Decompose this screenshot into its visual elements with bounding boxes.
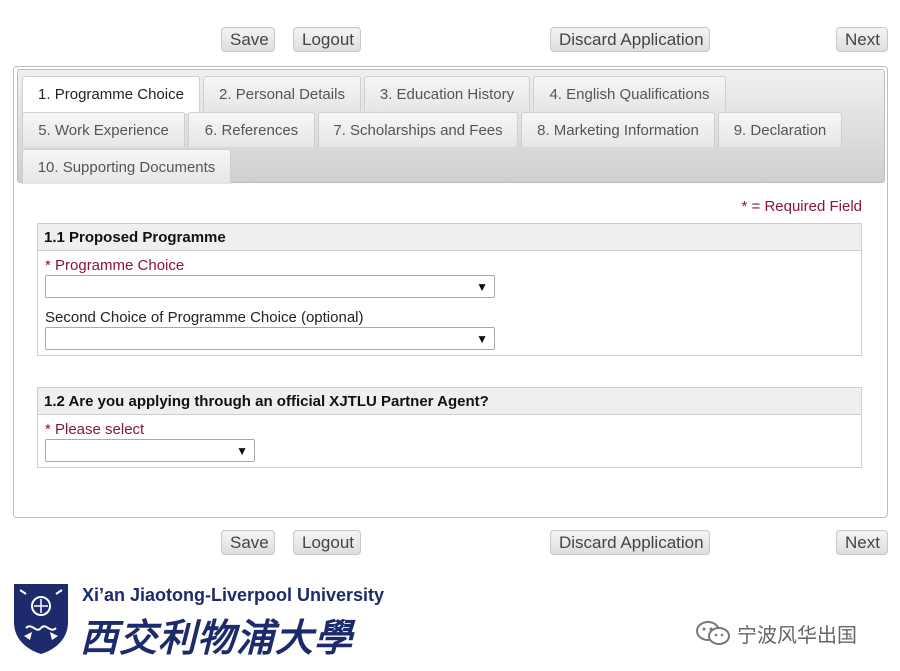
university-name-chinese: 西交利物浦大學	[80, 615, 354, 660]
tab-programme-choice[interactable]: 1. Programme Choice	[22, 76, 200, 113]
required-field-note: * = Required Field	[741, 198, 862, 215]
next-button-top[interactable]: Next	[836, 27, 888, 52]
section-partner-agent: 1.2 Are you applying through an official…	[37, 387, 862, 468]
university-crest-icon	[14, 584, 68, 654]
second-choice-select[interactable]: ▼	[45, 327, 495, 350]
tab-marketing-information[interactable]: 8. Marketing Information	[521, 112, 715, 147]
next-button-bottom[interactable]: Next	[836, 530, 888, 555]
dropdown-arrow-icon: ▼	[476, 332, 488, 346]
save-button-bottom[interactable]: Save	[221, 530, 275, 555]
tab-supporting-documents[interactable]: 10. Supporting Documents	[22, 149, 231, 184]
discard-application-button-bottom[interactable]: Discard Application	[550, 530, 710, 555]
tab-english-qualifications[interactable]: 4. English Qualifications	[533, 76, 726, 111]
wechat-icon	[696, 621, 730, 645]
logout-button-bottom[interactable]: Logout	[293, 530, 361, 555]
programme-choice-select[interactable]: ▼	[45, 275, 495, 298]
tab-work-experience[interactable]: 5. Work Experience	[22, 112, 185, 147]
tab-declaration[interactable]: 9. Declaration	[718, 112, 842, 147]
dropdown-arrow-icon: ▼	[236, 444, 248, 458]
programme-choice-label: * Programme Choice	[45, 257, 185, 274]
tab-education-history[interactable]: 3. Education History	[364, 76, 530, 111]
watermark-text: 宁波风华出国	[737, 625, 857, 647]
application-panel: 1. Programme Choice 2. Personal Details …	[13, 66, 888, 518]
tab-personal-details[interactable]: 2. Personal Details	[203, 76, 361, 111]
wechat-watermark: 宁波风华出国	[695, 617, 875, 647]
discard-application-button-top[interactable]: Discard Application	[550, 27, 710, 52]
tab-bar: 1. Programme Choice 2. Personal Details …	[17, 69, 885, 184]
tab-references[interactable]: 6. References	[188, 112, 315, 147]
second-choice-label: Second Choice of Programme Choice (optio…	[45, 309, 364, 326]
partner-agent-select[interactable]: ▼	[45, 439, 255, 462]
university-name-english: Xi’an Jiaotong-Liverpool University	[82, 585, 385, 605]
save-button-top[interactable]: Save	[221, 27, 275, 52]
section-title: 1.1 Proposed Programme	[38, 224, 861, 251]
please-select-label: * Please select	[45, 421, 145, 438]
section-proposed-programme: 1.1 Proposed Programme * Programme Choic…	[37, 223, 862, 356]
logout-button-top[interactable]: Logout	[293, 27, 361, 52]
section-title: 1.2 Are you applying through an official…	[38, 388, 861, 415]
dropdown-arrow-icon: ▼	[476, 280, 488, 294]
tab-scholarships-and-fees[interactable]: 7. Scholarships and Fees	[318, 112, 518, 147]
